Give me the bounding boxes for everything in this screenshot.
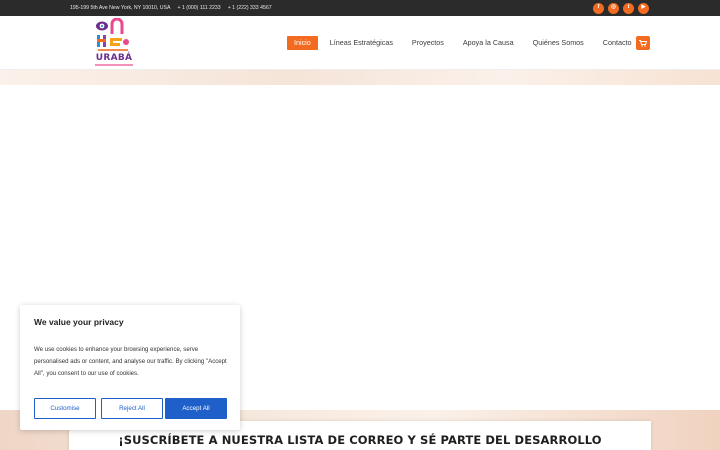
contact-info: 195-199 5th Ave New York, NY 10010, USA … [70,5,272,11]
phone-1-text[interactable]: + 1 (000) 111 2233 [177,5,220,11]
address-text: 195-199 5th Ave New York, NY 10010, USA [70,5,171,11]
site-logo[interactable]: URABÁ [93,17,135,67]
site-header: URABÁ Inicio Líneas Estratégicas Proyect… [0,16,720,70]
cart-icon [639,39,647,47]
cookie-title: We value your privacy [34,317,124,327]
nav-item-proyectos[interactable]: Proyectos [412,36,444,50]
newsletter-title: ¡SUSCRÍBETE A NUESTRA LISTA DE CORREO Y … [118,433,602,447]
nav-item-inicio[interactable]: Inicio [287,36,318,50]
main-nav: Inicio Líneas Estratégicas Proyectos Apo… [287,36,651,50]
cookie-description: We use cookies to enhance your browsing … [34,346,227,377]
nav-item-apoya-la-causa[interactable]: Apoya la Causa [463,36,514,50]
hero-banner-top [0,70,720,85]
twitter-icon[interactable]: t [623,2,634,14]
top-bar: 195-199 5th Ave New York, NY 10010, USA … [0,0,720,16]
social-links: f ◎ t ▶ [593,2,649,14]
cookie-consent-dialog: We value your privacy We use cookies to … [20,305,240,430]
logo-text: URABÁ [95,53,133,63]
nav-item-quienes-somos[interactable]: Quiénes Somos [533,36,584,50]
customise-button[interactable]: Customise [34,398,96,419]
instagram-icon[interactable]: ◎ [608,2,619,14]
cart-button[interactable] [636,36,650,50]
nav-item-lineas-estrategicas[interactable]: Líneas Estratégicas [330,36,393,50]
accept-all-button[interactable]: Accept All [165,398,227,419]
reject-all-button[interactable]: Reject All [101,398,163,419]
logo-graphic-icon [96,17,129,51]
logo-underline [95,64,133,66]
nav-item-contacto[interactable]: Contacto [603,36,632,50]
phone-2-text[interactable]: + 1 (222) 333 4567 [228,5,272,11]
facebook-icon[interactable]: f [593,2,604,14]
youtube-icon[interactable]: ▶ [638,2,649,14]
